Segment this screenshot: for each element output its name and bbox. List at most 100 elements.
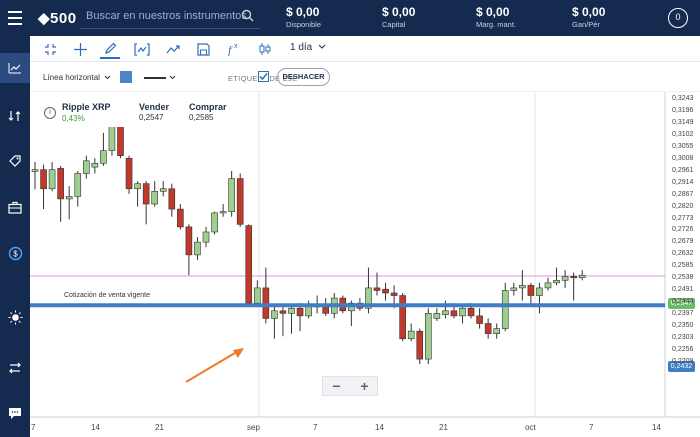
y-tick-label: 0,2256	[672, 345, 694, 353]
candle-body	[390, 292, 398, 296]
candle-body	[40, 169, 47, 190]
candle-body	[262, 287, 270, 319]
candle-body	[279, 310, 287, 314]
sidebar-item-chat[interactable]	[0, 398, 30, 428]
candle-body	[296, 307, 304, 317]
candle-type-tool[interactable]	[255, 39, 275, 59]
svg-text:x: x	[234, 43, 238, 50]
pencil-icon	[104, 42, 116, 54]
candle-body	[416, 330, 424, 360]
indicator-brackets-icon	[134, 42, 150, 56]
collapse-arrows-icon	[44, 43, 56, 55]
candle-body	[373, 287, 381, 291]
candle-body	[100, 150, 107, 164]
candle-body	[322, 306, 330, 314]
sidebar-item-switch[interactable]	[0, 353, 30, 383]
candle-body	[399, 295, 406, 340]
info-icon[interactable]: i	[44, 107, 56, 119]
zoom-controls: − +	[322, 376, 378, 396]
x-tick-label: 14	[652, 423, 661, 432]
line-style-select[interactable]	[144, 77, 166, 79]
candle-body	[211, 212, 218, 233]
candle-body	[202, 231, 210, 243]
sidebar-item-chart[interactable]	[0, 53, 30, 83]
user-badge[interactable]: 0	[668, 8, 688, 28]
candle-body	[544, 282, 552, 289]
svg-text:f: f	[228, 43, 233, 56]
candle-body	[168, 188, 176, 210]
candle-body	[151, 190, 158, 205]
line-chart-icon	[8, 63, 21, 74]
fullscreen-tool[interactable]	[40, 39, 60, 59]
chevron-down-icon[interactable]	[169, 75, 176, 80]
candle-body	[125, 157, 133, 190]
swap-icon	[9, 362, 21, 374]
zoom-out-button[interactable]: −	[323, 378, 350, 396]
candle-body	[48, 169, 56, 190]
draw-tool[interactable]	[100, 39, 120, 59]
candle-body	[424, 313, 432, 360]
undo-button[interactable]: DESHACER	[277, 68, 330, 86]
sidebar-item-funds[interactable]: $	[0, 238, 30, 268]
y-tick-label: 0,3008	[672, 154, 694, 162]
axis-label-checkbox[interactable]	[258, 71, 269, 82]
trade-arrows-icon	[8, 111, 21, 121]
app-logo: ◆500	[38, 10, 77, 27]
candle-body	[442, 310, 449, 315]
instrument-change: 0,43%	[62, 114, 85, 123]
chevron-down-icon	[318, 44, 326, 49]
y-tick-label: 0,2726	[672, 226, 694, 234]
y-tick-label: 0,3243	[672, 95, 694, 102]
candle-body	[561, 276, 569, 281]
candle-body	[194, 241, 201, 256]
search-input[interactable]: Buscar en nuestros instrumentos	[80, 5, 260, 29]
candle-body	[134, 183, 141, 190]
y-tick-label: 0,3196	[672, 106, 694, 114]
candle-body	[65, 196, 73, 200]
x-tick-label: 14	[91, 423, 100, 432]
sidebar-item-portfolio[interactable]	[0, 192, 30, 222]
sidebar-item-tags[interactable]	[0, 146, 30, 176]
candle-body	[185, 226, 193, 256]
chat-icon	[9, 407, 21, 419]
search-icon[interactable]	[241, 9, 254, 22]
y-tick-label: 0,2632	[672, 250, 694, 258]
candle-body	[288, 307, 295, 314]
function-tool[interactable]: fx	[224, 39, 244, 59]
stat-profit-loss: $ 0,00 Gan/Pér	[572, 5, 606, 29]
x-tick-label: 21	[155, 423, 164, 432]
candle-body	[245, 225, 253, 304]
crosshair-tool[interactable]	[70, 39, 90, 59]
indicator-tool[interactable]	[132, 39, 152, 59]
y-tick-label: 0,2350	[672, 322, 694, 330]
sidebar-item-trades[interactable]	[0, 101, 30, 131]
drawing-tool-select[interactable]: Línea horizontal	[43, 73, 111, 82]
candle-body	[467, 307, 475, 317]
line-color-picker[interactable]	[120, 71, 132, 83]
candle-body	[305, 305, 312, 317]
candle-body	[228, 178, 235, 212]
zoom-in-button[interactable]: +	[351, 378, 378, 396]
tag-icon	[9, 155, 21, 167]
x-tick-label: 14	[375, 423, 384, 432]
timeframe-select[interactable]: 1 día	[290, 42, 326, 53]
save-tool[interactable]	[193, 39, 213, 59]
y-tick-label: 0,2491	[672, 286, 694, 294]
hamburger-menu-icon[interactable]	[0, 0, 30, 36]
sidebar-item-theme[interactable]	[0, 302, 30, 332]
dollar-circle-icon: $	[8, 246, 22, 260]
buy-price-box[interactable]: Comprar 0,2585	[189, 102, 227, 122]
trend-tool[interactable]	[163, 39, 183, 59]
sell-quote-label: Cotización de venta vigente	[64, 292, 150, 299]
left-sidebar: $	[0, 36, 30, 437]
y-tick-label: 0,2679	[672, 238, 694, 246]
annotation-arrow	[185, 349, 241, 383]
candle-body	[484, 323, 492, 334]
svg-text:$: $	[13, 249, 18, 258]
function-fx-icon: fx	[228, 43, 238, 56]
candle-body	[271, 310, 278, 319]
sell-price-box[interactable]: Vender 0,2547	[139, 102, 169, 122]
y-tick-label: 0,2867	[672, 190, 694, 198]
x-tick-label: oct	[525, 423, 536, 432]
x-tick-label: 7	[589, 423, 594, 432]
